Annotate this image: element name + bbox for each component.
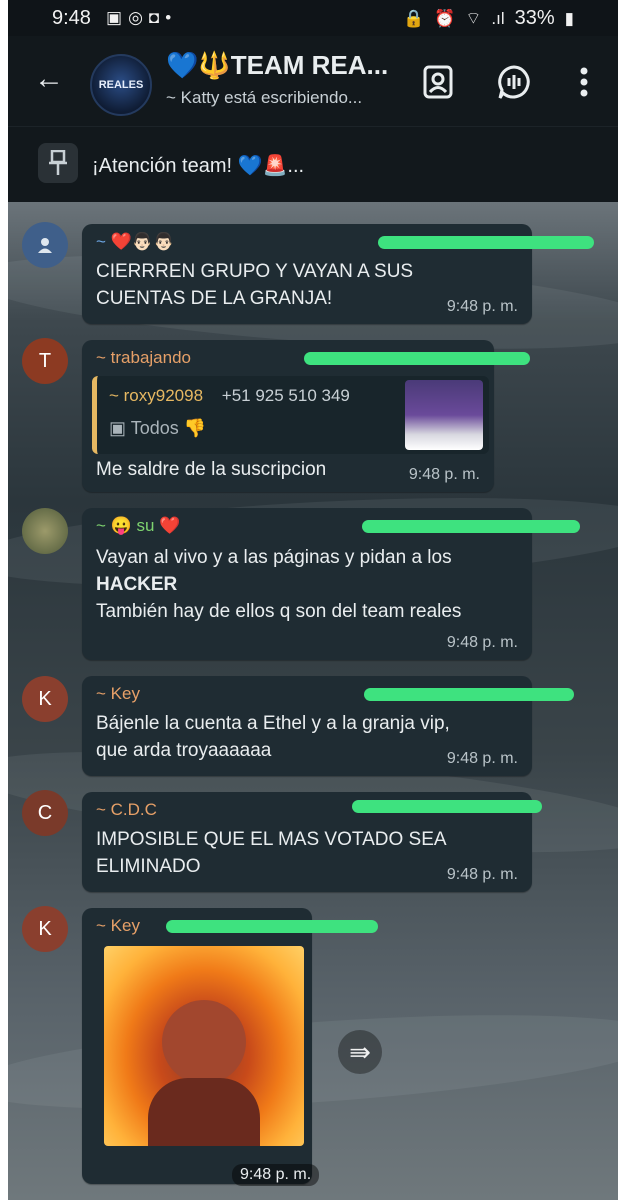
chat-area: ~ ❤️👨🏻👨🏻 CIERRREN GRUPO Y VAYAN A SUS CU… bbox=[8, 202, 618, 1200]
wifi-icon: ⌔ bbox=[465, 9, 482, 28]
dot-icon: • bbox=[165, 8, 172, 27]
avatar-initial: K bbox=[38, 917, 52, 940]
status-time: 9:48 bbox=[52, 7, 91, 29]
sender-avatar[interactable]: C bbox=[22, 790, 68, 836]
system-icons: 🔒 ⏰ ⌔ .ıl 33% ▮ bbox=[403, 7, 574, 30]
character-head bbox=[162, 1000, 246, 1084]
group-avatar[interactable]: REALES bbox=[90, 54, 152, 116]
quoted-text: Todos 👎 bbox=[130, 418, 207, 438]
message-time: 9:48 p. m. bbox=[446, 750, 518, 767]
avatar-initial: C bbox=[37, 801, 53, 824]
image-message-bubble[interactable]: ~ Key 9:48 p. m. bbox=[82, 908, 378, 1186]
message-bubble[interactable]: ~ Key Bájenle la cuenta a Ethel y a la g… bbox=[82, 676, 574, 776]
message-text: IMPOSIBLE QUE EL MAS VOTADO SEA ELIMINAD… bbox=[96, 826, 447, 880]
message-bubble[interactable]: ~ trabajando ~ roxy92098 +51 925 510 349… bbox=[82, 340, 530, 492]
message-sender[interactable]: ~ ❤️👨🏻👨🏻 bbox=[96, 232, 174, 252]
message-time: 9:48 p. m. bbox=[446, 634, 518, 651]
voice-chat-icon[interactable] bbox=[494, 62, 534, 102]
quoted-thumbnail bbox=[405, 380, 483, 450]
message-bubble[interactable]: ~ 😛 su ❤️ Vayan al vivo y a las páginas … bbox=[82, 508, 580, 660]
redacted-phone bbox=[304, 352, 530, 365]
message-text: Vayan al vivo y a las páginas y pidan a … bbox=[96, 544, 461, 625]
contact-card-icon[interactable] bbox=[418, 62, 458, 102]
lock-icon: 🔒 bbox=[403, 8, 425, 28]
fire-image[interactable] bbox=[104, 946, 304, 1146]
sender-avatar[interactable]: T bbox=[22, 338, 68, 384]
battery-percent: 33% bbox=[514, 7, 555, 29]
message-time: 9:48 p. m. bbox=[232, 1164, 320, 1186]
message-bubble[interactable]: ~ ❤️👨🏻👨🏻 CIERRREN GRUPO Y VAYAN A SUS CU… bbox=[82, 224, 594, 324]
group-name[interactable]: 💙🔱TEAM REA... bbox=[166, 50, 388, 81]
default-user-avatar-icon[interactable] bbox=[22, 222, 68, 268]
message-text: Me saldre de la suscripcion bbox=[96, 459, 327, 480]
phone-screen: 9:48 ▣ ◎ ◘ • 🔒 ⏰ ⌔ .ıl 33% ▮ ← REALES 💙🔱… bbox=[8, 0, 618, 1200]
whatsapp-icon: ◎ bbox=[128, 8, 143, 27]
back-arrow-icon[interactable]: ← bbox=[34, 64, 64, 94]
sender-avatar[interactable]: K bbox=[22, 676, 68, 722]
gallery-icon: ▣ bbox=[106, 8, 123, 27]
message-line: CIERRREN GRUPO Y VAYAN A SUS bbox=[96, 261, 414, 282]
message-line: También hay de ellos q son del team real… bbox=[96, 601, 462, 622]
message-line: IMPOSIBLE QUE EL MAS VOTADO SEA bbox=[96, 829, 447, 850]
message-sender[interactable]: ~ Key bbox=[96, 916, 140, 936]
quoted-sender: ~ roxy92098 bbox=[109, 386, 204, 405]
more-options-icon[interactable] bbox=[564, 62, 604, 102]
alarm-icon: ⏰ bbox=[434, 8, 456, 28]
signal-icon: .ıl bbox=[491, 8, 505, 28]
message-sender[interactable]: ~ C.D.C bbox=[96, 800, 157, 820]
message-line: ELIMINADO bbox=[96, 856, 201, 877]
message-line: HACKER bbox=[96, 574, 178, 595]
battery-icon: ▮ bbox=[564, 8, 574, 28]
message-sender[interactable]: ~ 😛 su ❤️ bbox=[96, 516, 180, 536]
sender-avatar[interactable] bbox=[22, 508, 68, 554]
character-body bbox=[148, 1078, 260, 1146]
message-line: Bájenle la cuenta a Ethel y a la granja … bbox=[96, 713, 450, 734]
pinned-message-text: ¡Atención team! 💙🚨... bbox=[92, 155, 305, 177]
message-time: 9:48 p. m. bbox=[446, 866, 518, 883]
notification-icons: ▣ ◎ ◘ • bbox=[106, 8, 171, 28]
message-sender[interactable]: ~ Key bbox=[96, 684, 140, 704]
avatar-initial: K bbox=[38, 687, 52, 710]
message-text: CIERRREN GRUPO Y VAYAN A SUS CUENTAS DE … bbox=[96, 258, 413, 312]
message-text: Bájenle la cuenta a Ethel y a la granja … bbox=[96, 710, 450, 764]
redacted-phone bbox=[378, 236, 594, 249]
chat-header: ← REALES 💙🔱TEAM REA... ~ Katty está escr… bbox=[8, 36, 618, 126]
instagram-icon: ◘ bbox=[148, 8, 160, 27]
message-sender[interactable]: ~ trabajando bbox=[96, 348, 191, 368]
sender-avatar[interactable]: K bbox=[22, 906, 68, 952]
redacted-phone bbox=[166, 920, 378, 933]
message-time: 9:48 p. m. bbox=[408, 466, 480, 483]
avatar-initial: T bbox=[38, 349, 52, 372]
quoted-message[interactable]: ~ roxy92098 +51 925 510 349 ▣ Todos 👎 bbox=[92, 376, 489, 454]
quoted-phone: +51 925 510 349 bbox=[221, 386, 350, 405]
message-line: que arda troyaaaaaa bbox=[96, 740, 272, 761]
message-line: Vayan al vivo y a las páginas y pidan a … bbox=[96, 547, 452, 568]
message-time: 9:48 p. m. bbox=[446, 298, 518, 315]
status-bar: 9:48 ▣ ◎ ◘ • 🔒 ⏰ ⌔ .ıl 33% ▮ bbox=[8, 0, 618, 36]
redacted-phone bbox=[362, 520, 580, 533]
typing-indicator: ~ Katty está escribiendo... bbox=[166, 88, 363, 107]
redacted-phone bbox=[364, 688, 574, 701]
message-line: CUENTAS DE LA GRANJA! bbox=[96, 288, 333, 309]
pinned-message-bar[interactable]: ¡Atención team! 💙🚨... bbox=[8, 126, 618, 203]
group-avatar-text: REALES bbox=[98, 79, 144, 91]
message-bubble[interactable]: ~ C.D.C IMPOSIBLE QUE EL MAS VOTADO SEA … bbox=[82, 792, 542, 892]
forward-icon[interactable]: ⇛ bbox=[338, 1030, 382, 1074]
image-icon: ▣ bbox=[109, 418, 127, 438]
redacted-phone bbox=[352, 800, 542, 813]
pin-icon bbox=[38, 143, 78, 183]
